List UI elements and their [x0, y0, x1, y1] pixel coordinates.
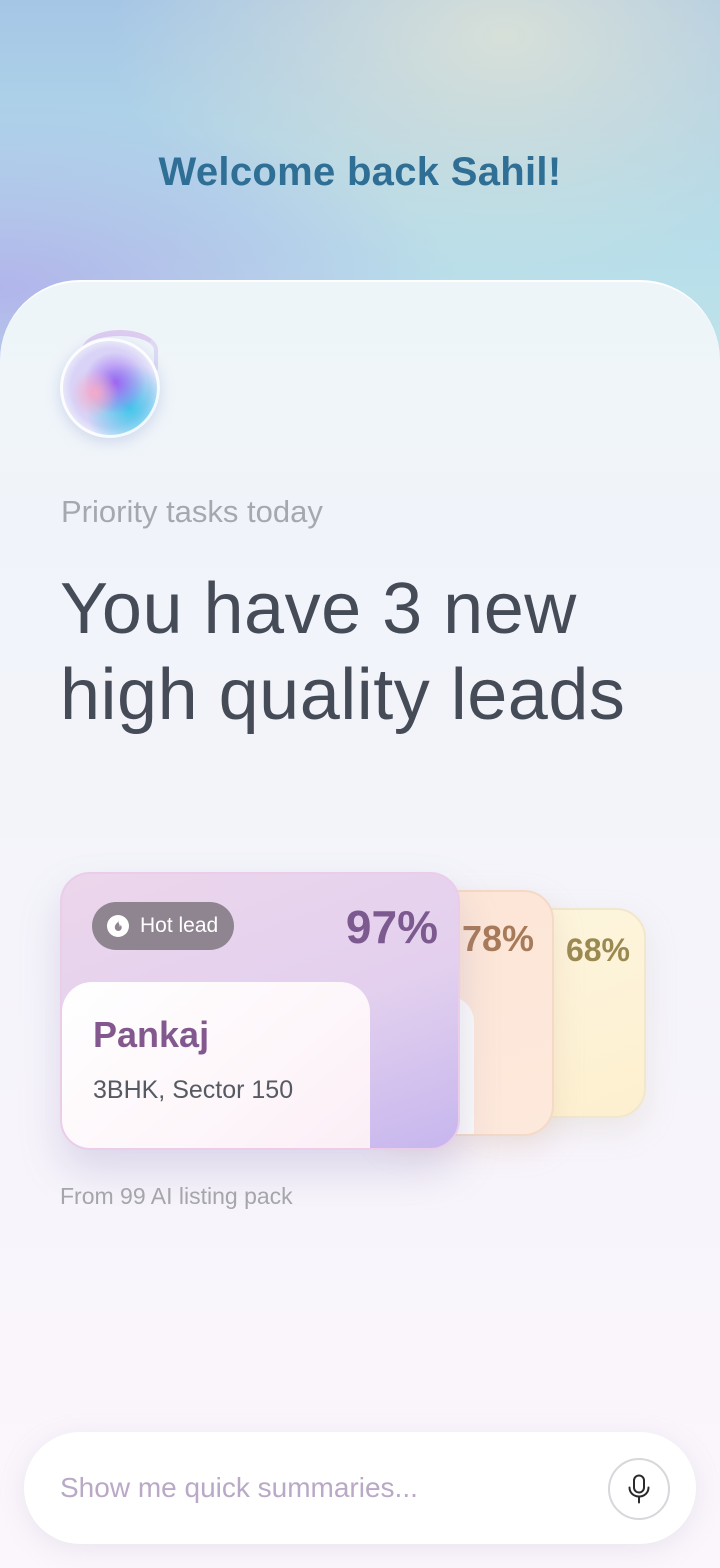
lead-name: Pankaj: [93, 1014, 210, 1055]
priority-headline: You have 3 new high quality leads: [60, 566, 700, 738]
lead-card-1-body: Pankaj 3BHK, Sector 150: [62, 982, 370, 1148]
lead-card-3-score: 68%: [565, 932, 630, 968]
welcome-heading: Welcome back Sahil!: [158, 150, 562, 194]
prompt-input[interactable]: [60, 1460, 580, 1516]
flame-icon: [107, 915, 129, 937]
lead-card-2-score: 78%: [461, 918, 534, 959]
source-caption: From 99 AI listing pack: [60, 1183, 293, 1209]
lead-card-1-score: 97%: [345, 901, 438, 953]
microphone-icon: [628, 1474, 650, 1504]
headline-line-2: high quality leads: [60, 655, 626, 735]
headline-line-1: You have 3 new: [60, 569, 577, 649]
hot-lead-badge-label: Hot lead: [140, 914, 219, 937]
prompt-composer: [24, 1432, 696, 1544]
hot-lead-badge: Hot lead: [92, 902, 235, 950]
ai-assistant-avatar[interactable]: [60, 330, 160, 438]
microphone-button[interactable]: [608, 1458, 670, 1520]
ai-orb-icon: [60, 338, 160, 438]
priority-label: Priority tasks today: [61, 494, 323, 529]
lead-detail: 3BHK, Sector 150: [93, 1076, 294, 1104]
lead-card-1[interactable]: Hot lead 97% Pankaj 3BHK, Sector 150: [60, 872, 460, 1150]
